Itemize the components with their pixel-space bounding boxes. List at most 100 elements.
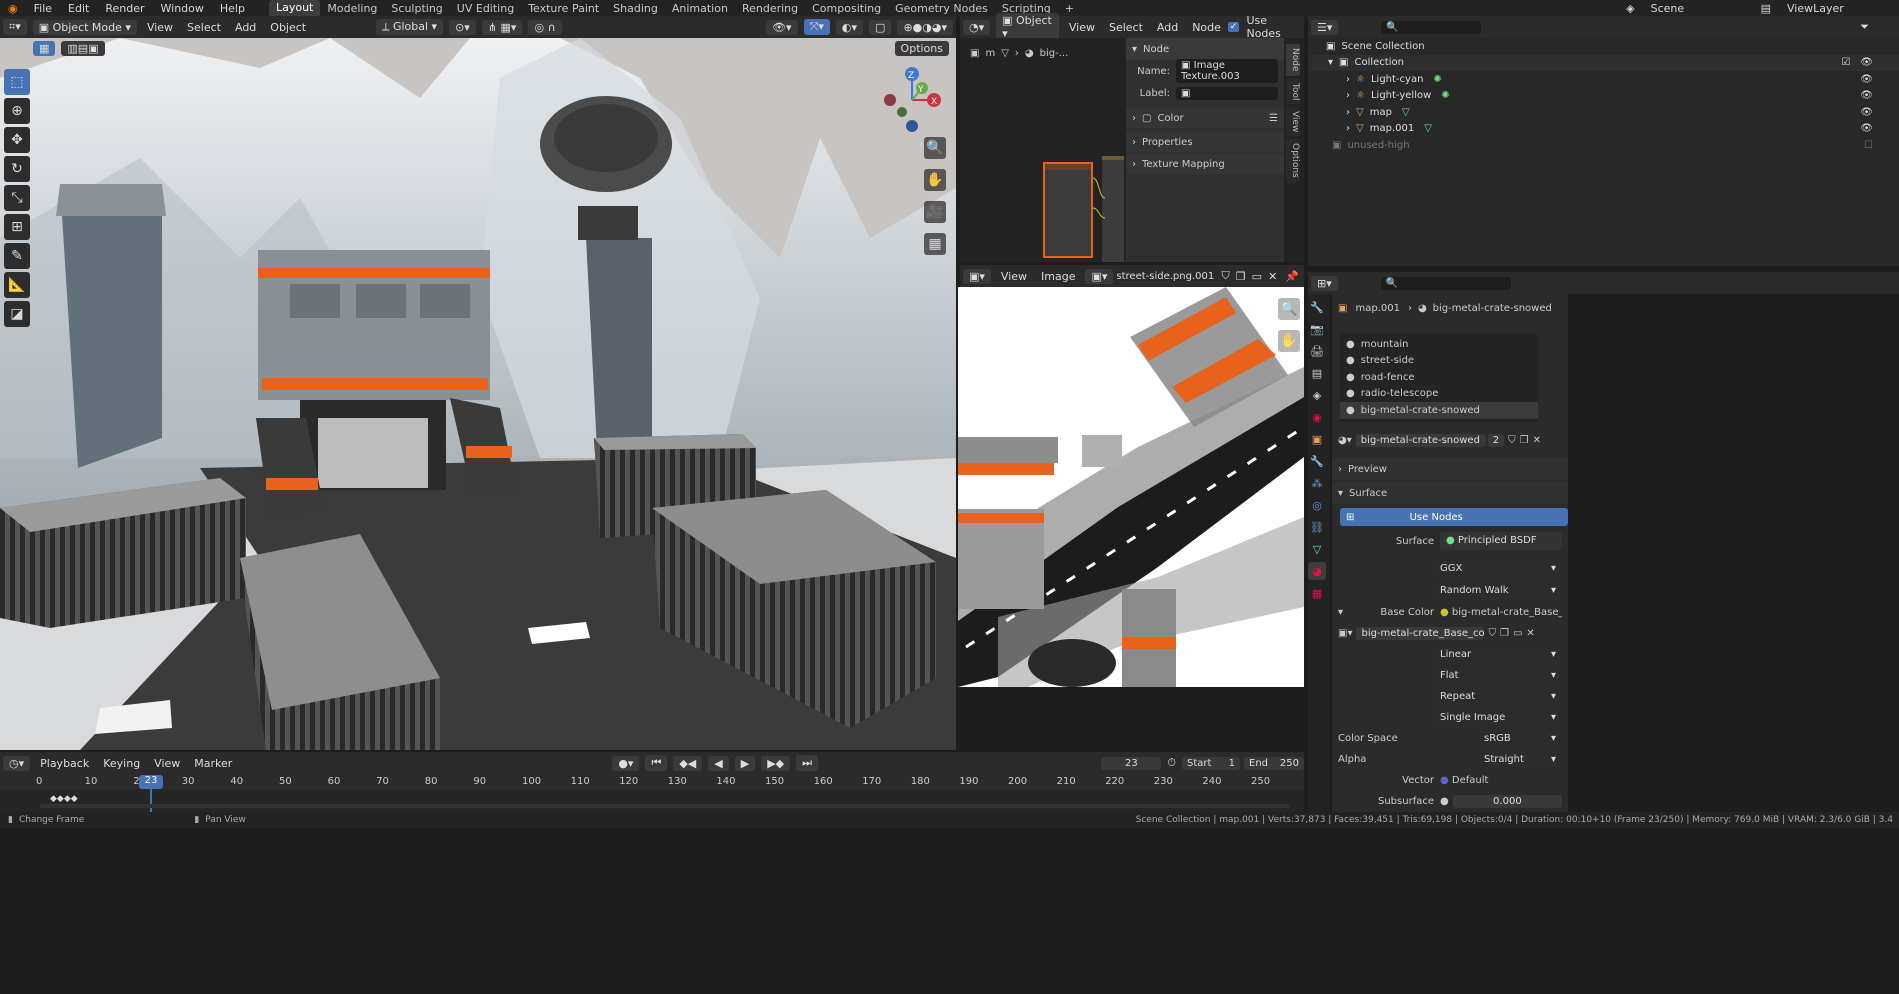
material-slot-radio-telescope[interactable]: ● radio-telescope [1340,386,1538,403]
preview-range-icon[interactable]: ⏱ [1167,756,1176,770]
timeline-menu-keying[interactable]: Keying [96,757,147,770]
material-fake-user-icon[interactable]: ⛉ [1508,435,1516,446]
constraints-props-icon[interactable]: ⛓ [1308,518,1326,536]
node-properties-section[interactable]: › Properties [1126,132,1284,152]
snap-icon[interactable]: ⋔ ▦▾ [481,19,523,35]
menu-edit[interactable]: Edit [60,2,97,15]
viewport-menu-add[interactable]: Add [228,21,263,34]
node-panel-header[interactable]: ▾ Node [1126,38,1284,60]
use-nodes-checkbox[interactable]: ✓ [1227,22,1240,32]
next-keyframe-icon[interactable]: ▶◆ [761,755,791,771]
material-slot-street-side[interactable]: ● street-side [1340,353,1538,370]
outliner-item-light-cyan[interactable]: › ☼ Light-cyan ✺ 👁 [1308,71,1899,88]
alpha-dropdown[interactable]: Straight ▾ [1478,750,1562,769]
distribution-dropdown[interactable]: GGX ▾ [1434,560,1562,578]
workspace-tab-compositing[interactable]: Compositing [805,2,888,15]
material-slot-big-metal-crate-snowed[interactable]: ● big-metal-crate-snowed [1340,402,1538,419]
cursor-tool-icon[interactable]: ⊕ [4,98,30,124]
world-props-icon[interactable]: ◉ [1308,408,1326,426]
breadcrumb-material[interactable]: big-... [1040,48,1069,59]
shader-type-dropdown[interactable]: ▣ Object ▾ [996,13,1059,41]
measure-tool-icon[interactable]: 📐 [4,272,30,298]
workspace-tab-texture-paint[interactable]: Texture Paint [521,2,606,15]
outliner-item-map-001[interactable]: › ▽ map.001 ▽ 👁 [1308,121,1899,138]
outliner-item-map[interactable]: › ▽ map ▽ 👁 [1308,104,1899,121]
outliner-filter-icon[interactable]: ⏷ [1860,20,1869,34]
timeline-menu-marker[interactable]: Marker [187,757,239,770]
data-props-icon[interactable]: ▽ [1308,540,1326,558]
surface-section[interactable]: ▾ Surface [1332,482,1568,504]
current-frame-field[interactable]: 23 [1101,756,1162,770]
node-color-row[interactable]: › ▢ Color ☰ [1126,108,1284,128]
vector-link[interactable]: ● Default [1440,775,1562,786]
workspace-tab-uv-editing[interactable]: UV Editing [450,2,521,15]
use-nodes-button[interactable]: ⊞ Use Nodes [1340,508,1568,526]
add-cube-tool-icon[interactable]: ◪ [4,301,30,327]
image-menu-view[interactable]: View [994,270,1034,283]
tab-view[interactable]: View [1286,106,1300,137]
timeline-scrollbar[interactable] [40,804,1290,808]
scene-collection-row[interactable]: ▣ Scene Collection [1308,38,1899,55]
image-browse-icon[interactable]: ▣▾ [1085,268,1114,284]
start-frame-field[interactable]: Start 1 [1182,756,1240,770]
render-props-icon[interactable]: 📷 [1308,320,1326,338]
blender-logo-icon[interactable]: ◉ [0,2,26,15]
image-open-icon[interactable]: ▭ [1513,628,1522,639]
texture-mapping-section[interactable]: › Texture Mapping [1126,154,1284,174]
base-color-expand-icon[interactable]: ▾ [1338,607,1354,618]
menu-help[interactable]: Help [212,2,253,15]
rotate-tool-icon[interactable]: ↻ [4,156,30,182]
workspace-tab-animation[interactable]: Animation [665,2,735,15]
node-name-field[interactable]: ▣ Image Texture.003 [1176,59,1278,83]
transform-tool-icon[interactable]: ⊞ [4,214,30,240]
select-extend-icon[interactable]: ▥▤▣ [61,41,105,56]
interpolation-dropdown[interactable]: Linear ▾ [1434,645,1562,664]
prev-keyframe-icon[interactable]: ◆◀ [673,755,703,771]
map-eye-icon[interactable]: 👁 [1860,107,1873,118]
material-browse-icon[interactable]: ◕▾ [1338,435,1352,446]
tab-tool[interactable]: Tool [1286,78,1300,104]
viewport-menu-view[interactable]: View [140,21,180,34]
fake-user-icon[interactable]: ⛉ [1222,269,1230,283]
breadcrumb-object[interactable]: m [985,48,995,59]
collection-expand-icon[interactable]: ▾ [1328,57,1333,68]
map-001-eye-icon[interactable]: 👁 [1860,123,1873,134]
workspace-tab-rendering[interactable]: Rendering [735,2,805,15]
outliner-item-light-yellow[interactable]: › ☼ Light-yellow ✺ 👁 [1308,88,1899,105]
node-editor-type-icon[interactable]: ◔▾ [963,19,991,35]
source-dropdown[interactable]: Single Image ▾ [1434,708,1562,727]
material-unlink-icon[interactable]: ✕ [1533,435,1541,446]
light-cyan-eye-icon[interactable]: 👁 [1860,74,1873,85]
viewport-options-button[interactable]: Options [894,41,949,56]
projection-dropdown[interactable]: Flat ▾ [1434,666,1562,685]
material-slot-road-fence[interactable]: ● road-fence [1340,369,1538,386]
texture-props-icon[interactable]: ▦ [1308,584,1326,602]
node-menu-view[interactable]: View [1062,21,1102,34]
node-menu-select[interactable]: Select [1102,21,1150,34]
image-pan-icon[interactable]: ✋ [1278,330,1300,352]
material-user-count[interactable]: 2 [1487,433,1505,447]
timeline-area[interactable]: 0102030405060708090100110120130140150160… [0,774,1304,812]
physics-props-icon[interactable]: ◎ [1308,496,1326,514]
end-frame-field[interactable]: End 250 [1244,756,1304,770]
collection-row[interactable]: ▾ ▣ Collection ☑ 👁 [1308,54,1899,71]
view-layer-name[interactable]: ViewLayer [1779,2,1899,15]
gizmo-toggle-icon[interactable]: ⤧▾ [803,19,830,35]
proportional-edit-icon[interactable]: ◎ ∩ [528,19,562,35]
jump-start-icon[interactable]: ⏮ [645,755,668,771]
transform-orientation-dropdown[interactable]: ⟂ Global ▾ [376,19,444,35]
timeline-menu-view[interactable]: View [147,757,187,770]
timeline-menu-playback[interactable]: Playback [33,757,96,770]
workspace-tab-layout[interactable]: Layout [268,0,321,16]
outliner-search-field[interactable]: 🔍 [1381,20,1482,34]
node-label-field[interactable]: ▣ [1176,86,1278,100]
properties-type-icon[interactable]: ⊞▾ [1311,275,1338,291]
image-menu-image[interactable]: Image [1034,270,1082,283]
editor-type-icon[interactable]: ⌗▾ [3,19,27,35]
view-layer-props-icon[interactable]: ▤ [1308,364,1326,382]
material-name-field[interactable]: big-metal-crate-snowed [1355,433,1486,447]
image-editor-canvas[interactable]: 🔍 ✋ [958,287,1304,687]
object-props-icon[interactable]: ▣ [1308,430,1326,448]
properties-search-field[interactable]: 🔍 [1380,276,1511,290]
outliner-item-unused-high[interactable]: ▣ unused-high ☐ [1308,137,1899,154]
